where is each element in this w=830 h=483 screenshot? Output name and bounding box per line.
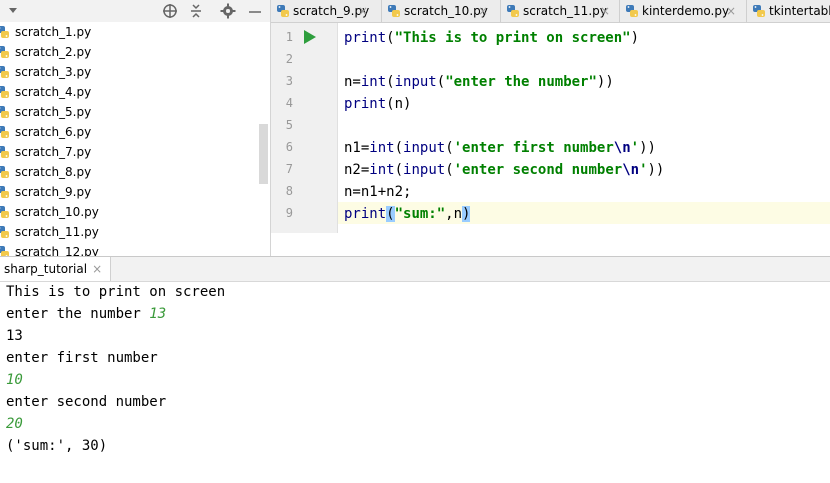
python-file-icon xyxy=(0,186,9,198)
code-line-4: print(n) xyxy=(344,96,412,112)
code-line-3: n=int(input("enter the number")) xyxy=(344,74,614,90)
python-file-icon xyxy=(0,146,9,158)
file-name: scratch_1.py xyxy=(15,25,92,39)
tab-label: scratch_10.py xyxy=(404,4,488,18)
python-file-icon xyxy=(507,5,519,17)
close-icon[interactable]: × xyxy=(600,0,610,22)
console-line: ('sum:', 30) xyxy=(6,438,108,454)
tab-label: kinterdemo.py xyxy=(642,4,730,18)
line-number: 4 xyxy=(285,96,293,110)
file-name: scratch_9.py xyxy=(15,185,92,199)
file-list: scratch_1.py scratch_2.py scratch_3.pyscra… xyxy=(0,22,262,256)
tab-label: scratch_11.py xyxy=(523,4,607,18)
console-input-echo: 20 xyxy=(6,416,23,432)
project-file-item[interactable]: scratch_12.py xyxy=(0,242,262,256)
line-number: 7 xyxy=(285,162,293,176)
file-name: scratch_3.py xyxy=(15,65,92,79)
project-view-dropdown-icon[interactable] xyxy=(9,8,17,13)
editor-tab[interactable]: scratch_10.py × xyxy=(382,0,501,22)
project-file-item[interactable]: scratch_8.py xyxy=(0,162,262,182)
close-icon[interactable]: × xyxy=(478,0,488,22)
python-file-icon xyxy=(0,26,9,38)
project-file-item[interactable]: scratch_2.py xyxy=(0,42,262,62)
python-file-icon xyxy=(753,5,765,17)
line-number: 5 xyxy=(285,118,293,132)
code-line-9: print("sum:",n) xyxy=(344,206,471,222)
console-line: enter first number xyxy=(6,350,158,366)
hide-icon[interactable] xyxy=(247,3,263,19)
line-number: 1 xyxy=(285,30,293,44)
project-scrollbar[interactable] xyxy=(259,124,268,184)
file-name: scratch_4.py xyxy=(15,85,92,99)
file-name: scratch_10.py xyxy=(15,205,99,219)
console-input-echo: 10 xyxy=(6,372,23,388)
project-panel: scratch_1.py scratch_2.py scratch_3.pyscra… xyxy=(0,0,271,256)
run-icon[interactable] xyxy=(304,30,316,44)
close-icon[interactable]: × xyxy=(726,0,736,22)
console-line: This is to print on screen xyxy=(6,284,226,300)
python-file-icon xyxy=(0,66,9,78)
editor-tab-bar: scratch_9.py × scratch_10.py × scratch_11.py… xyxy=(271,0,830,23)
project-file-item[interactable]: scratch_3.py xyxy=(0,62,262,82)
code-line-8: n=n1+n2; xyxy=(344,184,412,200)
code-line-7: n2=int(input('enter second number\n')) xyxy=(344,162,665,178)
file-name: scratch_5.py xyxy=(15,105,92,119)
python-file-icon xyxy=(277,5,289,17)
project-file-item[interactable]: scratch_5.py xyxy=(0,102,262,122)
close-icon[interactable]: × xyxy=(92,262,102,276)
run-tab-bar: sharp_tutorial × xyxy=(0,256,830,282)
code-editor[interactable]: 1 2 3 4 5 6 7 8 9 print("This is to print on scr… xyxy=(271,23,830,233)
editor-tab[interactable]: scratch_9.py × xyxy=(271,0,382,22)
python-file-icon xyxy=(388,5,400,17)
line-number: 6 xyxy=(285,140,293,154)
project-file-item[interactable]: scratch_1.py xyxy=(0,22,262,42)
python-file-icon xyxy=(0,206,9,218)
python-file-icon xyxy=(0,126,9,138)
file-name: scratch_12.py xyxy=(15,245,99,256)
project-file-item[interactable]: scratch_9.py xyxy=(0,182,262,202)
editor-tab[interactable]: tkintertable xyxy=(747,0,830,22)
file-name: scratch_6.py xyxy=(15,125,92,139)
python-file-icon xyxy=(0,86,9,98)
line-number: 2 xyxy=(285,52,293,66)
file-name: scratch_2.py xyxy=(15,45,92,59)
python-file-icon xyxy=(0,106,9,118)
python-file-icon xyxy=(0,166,9,178)
collapse-all-icon[interactable] xyxy=(188,3,204,19)
project-file-item[interactable]: scratch_11.py xyxy=(0,222,262,242)
project-toolbar xyxy=(0,0,270,22)
run-tab-label: sharp_tutorial xyxy=(4,262,88,276)
locate-icon[interactable] xyxy=(162,3,178,19)
gear-icon[interactable] xyxy=(220,3,236,19)
close-icon[interactable]: × xyxy=(358,0,368,22)
run-panel: sharp_tutorial × This is to print on scre… xyxy=(0,256,830,483)
code-line-1: print("This is to print on screen") xyxy=(344,30,640,46)
editor-tab[interactable]: kinterdemo.py × xyxy=(620,0,747,22)
tab-label: tkintertable xyxy=(769,4,830,18)
project-file-item[interactable]: scratch_4.py xyxy=(0,82,262,102)
editor-tab[interactable]: scratch_11.py × xyxy=(501,0,620,22)
console-line: enter the number 13 xyxy=(6,306,167,322)
python-file-icon xyxy=(0,46,9,58)
line-number-gutter: 1 2 3 4 5 6 7 8 9 xyxy=(271,23,338,233)
run-tab[interactable]: sharp_tutorial × xyxy=(0,257,112,281)
file-name: scratch_8.py xyxy=(15,165,92,179)
line-number: 3 xyxy=(285,74,293,88)
line-number: 9 xyxy=(285,206,293,220)
python-file-icon xyxy=(626,5,638,17)
code-line-6: n1=int(input('enter first number\n')) xyxy=(344,140,656,156)
project-file-item[interactable]: scratch_7.py xyxy=(0,142,262,162)
python-file-icon xyxy=(0,246,9,256)
project-file-item[interactable]: scratch_6.py xyxy=(0,122,262,142)
project-file-item[interactable]: scratch_10.py xyxy=(0,202,262,222)
python-file-icon xyxy=(0,226,9,238)
file-name: scratch_11.py xyxy=(15,225,99,239)
console-line: enter second number xyxy=(6,394,167,410)
file-name: scratch_7.py xyxy=(15,145,92,159)
console-line: 13 xyxy=(6,328,23,344)
line-number: 8 xyxy=(285,184,293,198)
